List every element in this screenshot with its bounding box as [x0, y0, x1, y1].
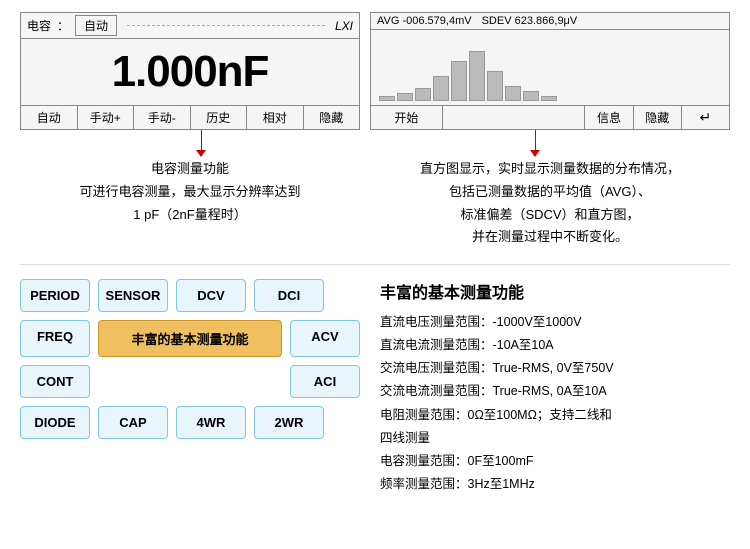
sdev-value: 623.866,9μV — [515, 15, 578, 27]
feature-item: 直流电流测量范围：-10A至10A — [380, 334, 730, 357]
annotation-section: 电容测量功能 可进行电容测量，最大显示分辨率达到 1 pF（2nF量程时） 直方… — [0, 130, 750, 260]
feature-item: 电容测量范围：0F至100mF — [380, 450, 730, 473]
btn-2wr[interactable]: 2WR — [254, 406, 324, 439]
ann-left-line2: 可进行电容测量，最大显示分辨率达到 — [20, 181, 360, 204]
left-arrow-indicator — [196, 130, 206, 157]
ann-right-line4: 并在测量过程中不断变化。 — [370, 226, 730, 249]
btn-dci[interactable]: DCI — [254, 279, 324, 312]
lcd-panel: 电容 ： 自动 LXI 1.000nF 自动 手动+ 手动- 历史 相对 隐藏 — [20, 12, 360, 130]
btn-start[interactable]: 开始 — [371, 106, 443, 129]
btn-features[interactable]: 丰富的基本测量功能 — [98, 320, 282, 357]
btn-row-3: CONT ACI — [20, 365, 360, 398]
btn-dcv[interactable]: DCV — [176, 279, 246, 312]
histogram-bar — [433, 76, 449, 101]
annotation-right-text: 直方图显示，实时显示测量数据的分布情况， 包括已测量数据的平均值（AVG）、 标… — [370, 158, 730, 249]
measurement-button-grid: PERIOD SENSOR DCV DCI FREQ 丰富的基本测量功能 ACV… — [20, 279, 360, 539]
btn-relative[interactable]: 相对 — [247, 106, 304, 129]
feature-item: 直流电压测量范围：-1000V至1000V — [380, 311, 730, 334]
btn-row-2: FREQ 丰富的基本测量功能 ACV — [20, 320, 360, 357]
btn-aci[interactable]: ACI — [290, 365, 360, 398]
stats-top-bar: AVG -006.579,4mV SDEV 623.866,9μV — [371, 13, 729, 30]
btn-4wr[interactable]: 4WR — [176, 406, 246, 439]
ann-left-line3: 1 pF（2nF量程时） — [20, 204, 360, 227]
btn-hide-left[interactable]: 隐藏 — [304, 106, 360, 129]
btn-manual-plus[interactable]: 手动+ — [78, 106, 135, 129]
btn-empty — [98, 365, 282, 398]
section-divider — [20, 264, 730, 265]
features-list: 直流电压测量范围：-1000V至1000V直流电流测量范围：-10A至10A交流… — [380, 311, 730, 496]
measurement-value: 1.000nF — [21, 39, 359, 105]
feature-item: 频率测量范围：3Hz至1MHz — [380, 473, 730, 496]
capacitor-label: 电容 — [27, 17, 51, 34]
histogram-bar — [505, 86, 521, 101]
feature-item: 电阻测量范围：0Ω至100MΩ；支持二线和 — [380, 404, 730, 427]
feature-item: 交流电压测量范围：True-RMS, 0V至750V — [380, 357, 730, 380]
histogram-chart — [371, 30, 729, 105]
ann-left-line1: 电容测量功能 — [20, 158, 360, 181]
histogram-bar — [487, 71, 503, 101]
btn-freq[interactable]: FREQ — [20, 320, 90, 357]
sdev-display: SDEV 623.866,9μV — [482, 15, 578, 27]
btn-sensor[interactable]: SENSOR — [98, 279, 168, 312]
bottom-section: PERIOD SENSOR DCV DCI FREQ 丰富的基本测量功能 ACV… — [0, 269, 750, 549]
separator: ： — [57, 17, 69, 34]
btn-cont[interactable]: CONT — [20, 365, 90, 398]
dots-divider — [127, 25, 325, 26]
right-arrow-indicator — [530, 130, 540, 157]
stats-panel: AVG -006.579,4mV SDEV 623.866,9μV 开始 信息 … — [370, 12, 730, 130]
histogram-bar — [523, 91, 539, 101]
stats-button-row: 开始 信息 隐藏 ↵ — [371, 105, 729, 129]
histogram-bar — [541, 96, 557, 101]
btn-acv[interactable]: ACV — [290, 320, 360, 357]
features-panel: 丰富的基本测量功能 直流电压测量范围：-1000V至1000V直流电流测量范围：… — [380, 279, 730, 539]
auto-mode: 自动 — [75, 15, 117, 36]
histogram-bar — [397, 93, 413, 101]
feature-item: 四线测量 — [380, 427, 730, 450]
btn-auto[interactable]: 自动 — [21, 106, 78, 129]
annotation-left-text: 电容测量功能 可进行电容测量，最大显示分辨率达到 1 pF（2nF量程时） — [20, 158, 360, 226]
top-section: 电容 ： 自动 LXI 1.000nF 自动 手动+ 手动- 历史 相对 隐藏 … — [0, 0, 750, 130]
left-arrow-line — [201, 130, 202, 150]
sdev-label: SDEV — [482, 15, 512, 27]
btn-hide-right[interactable]: 隐藏 — [634, 106, 682, 129]
feature-item: 交流电流测量范围：True-RMS, 0A至10A — [380, 380, 730, 403]
right-arrow-head — [530, 150, 540, 157]
btn-arrow[interactable]: ↵ — [682, 106, 729, 129]
btn-row-4: DIODE CAP 4WR 2WR — [20, 406, 360, 439]
btn-row-1: PERIOD SENSOR DCV DCI — [20, 279, 360, 312]
histogram-bar — [469, 51, 485, 101]
avg-value: -006.579,4mV — [402, 15, 471, 27]
lcd-top-bar: 电容 ： 自动 LXI — [21, 13, 359, 39]
histogram-bar — [379, 96, 395, 101]
avg-display: AVG -006.579,4mV — [377, 15, 472, 27]
right-arrow-line — [535, 130, 536, 150]
histogram-bar — [451, 61, 467, 101]
btn-info[interactable]: 信息 — [585, 106, 633, 129]
ann-right-line3: 标准偏差（SDCV）和直方图， — [370, 204, 730, 227]
features-title: 丰富的基本测量功能 — [380, 279, 730, 303]
histogram-bar — [415, 88, 431, 101]
btn-spacer — [443, 106, 586, 129]
avg-label: AVG — [377, 15, 399, 27]
btn-cap[interactable]: CAP — [98, 406, 168, 439]
left-arrow-head — [196, 150, 206, 157]
lcd-button-row: 自动 手动+ 手动- 历史 相对 隐藏 — [21, 105, 359, 129]
btn-history[interactable]: 历史 — [191, 106, 248, 129]
lxi-label: LXI — [335, 19, 353, 33]
ann-right-line2: 包括已测量数据的平均值（AVG）、 — [370, 181, 730, 204]
btn-diode[interactable]: DIODE — [20, 406, 90, 439]
btn-manual-minus[interactable]: 手动- — [134, 106, 191, 129]
btn-period[interactable]: PERIOD — [20, 279, 90, 312]
ann-right-line1: 直方图显示，实时显示测量数据的分布情况， — [370, 158, 730, 181]
